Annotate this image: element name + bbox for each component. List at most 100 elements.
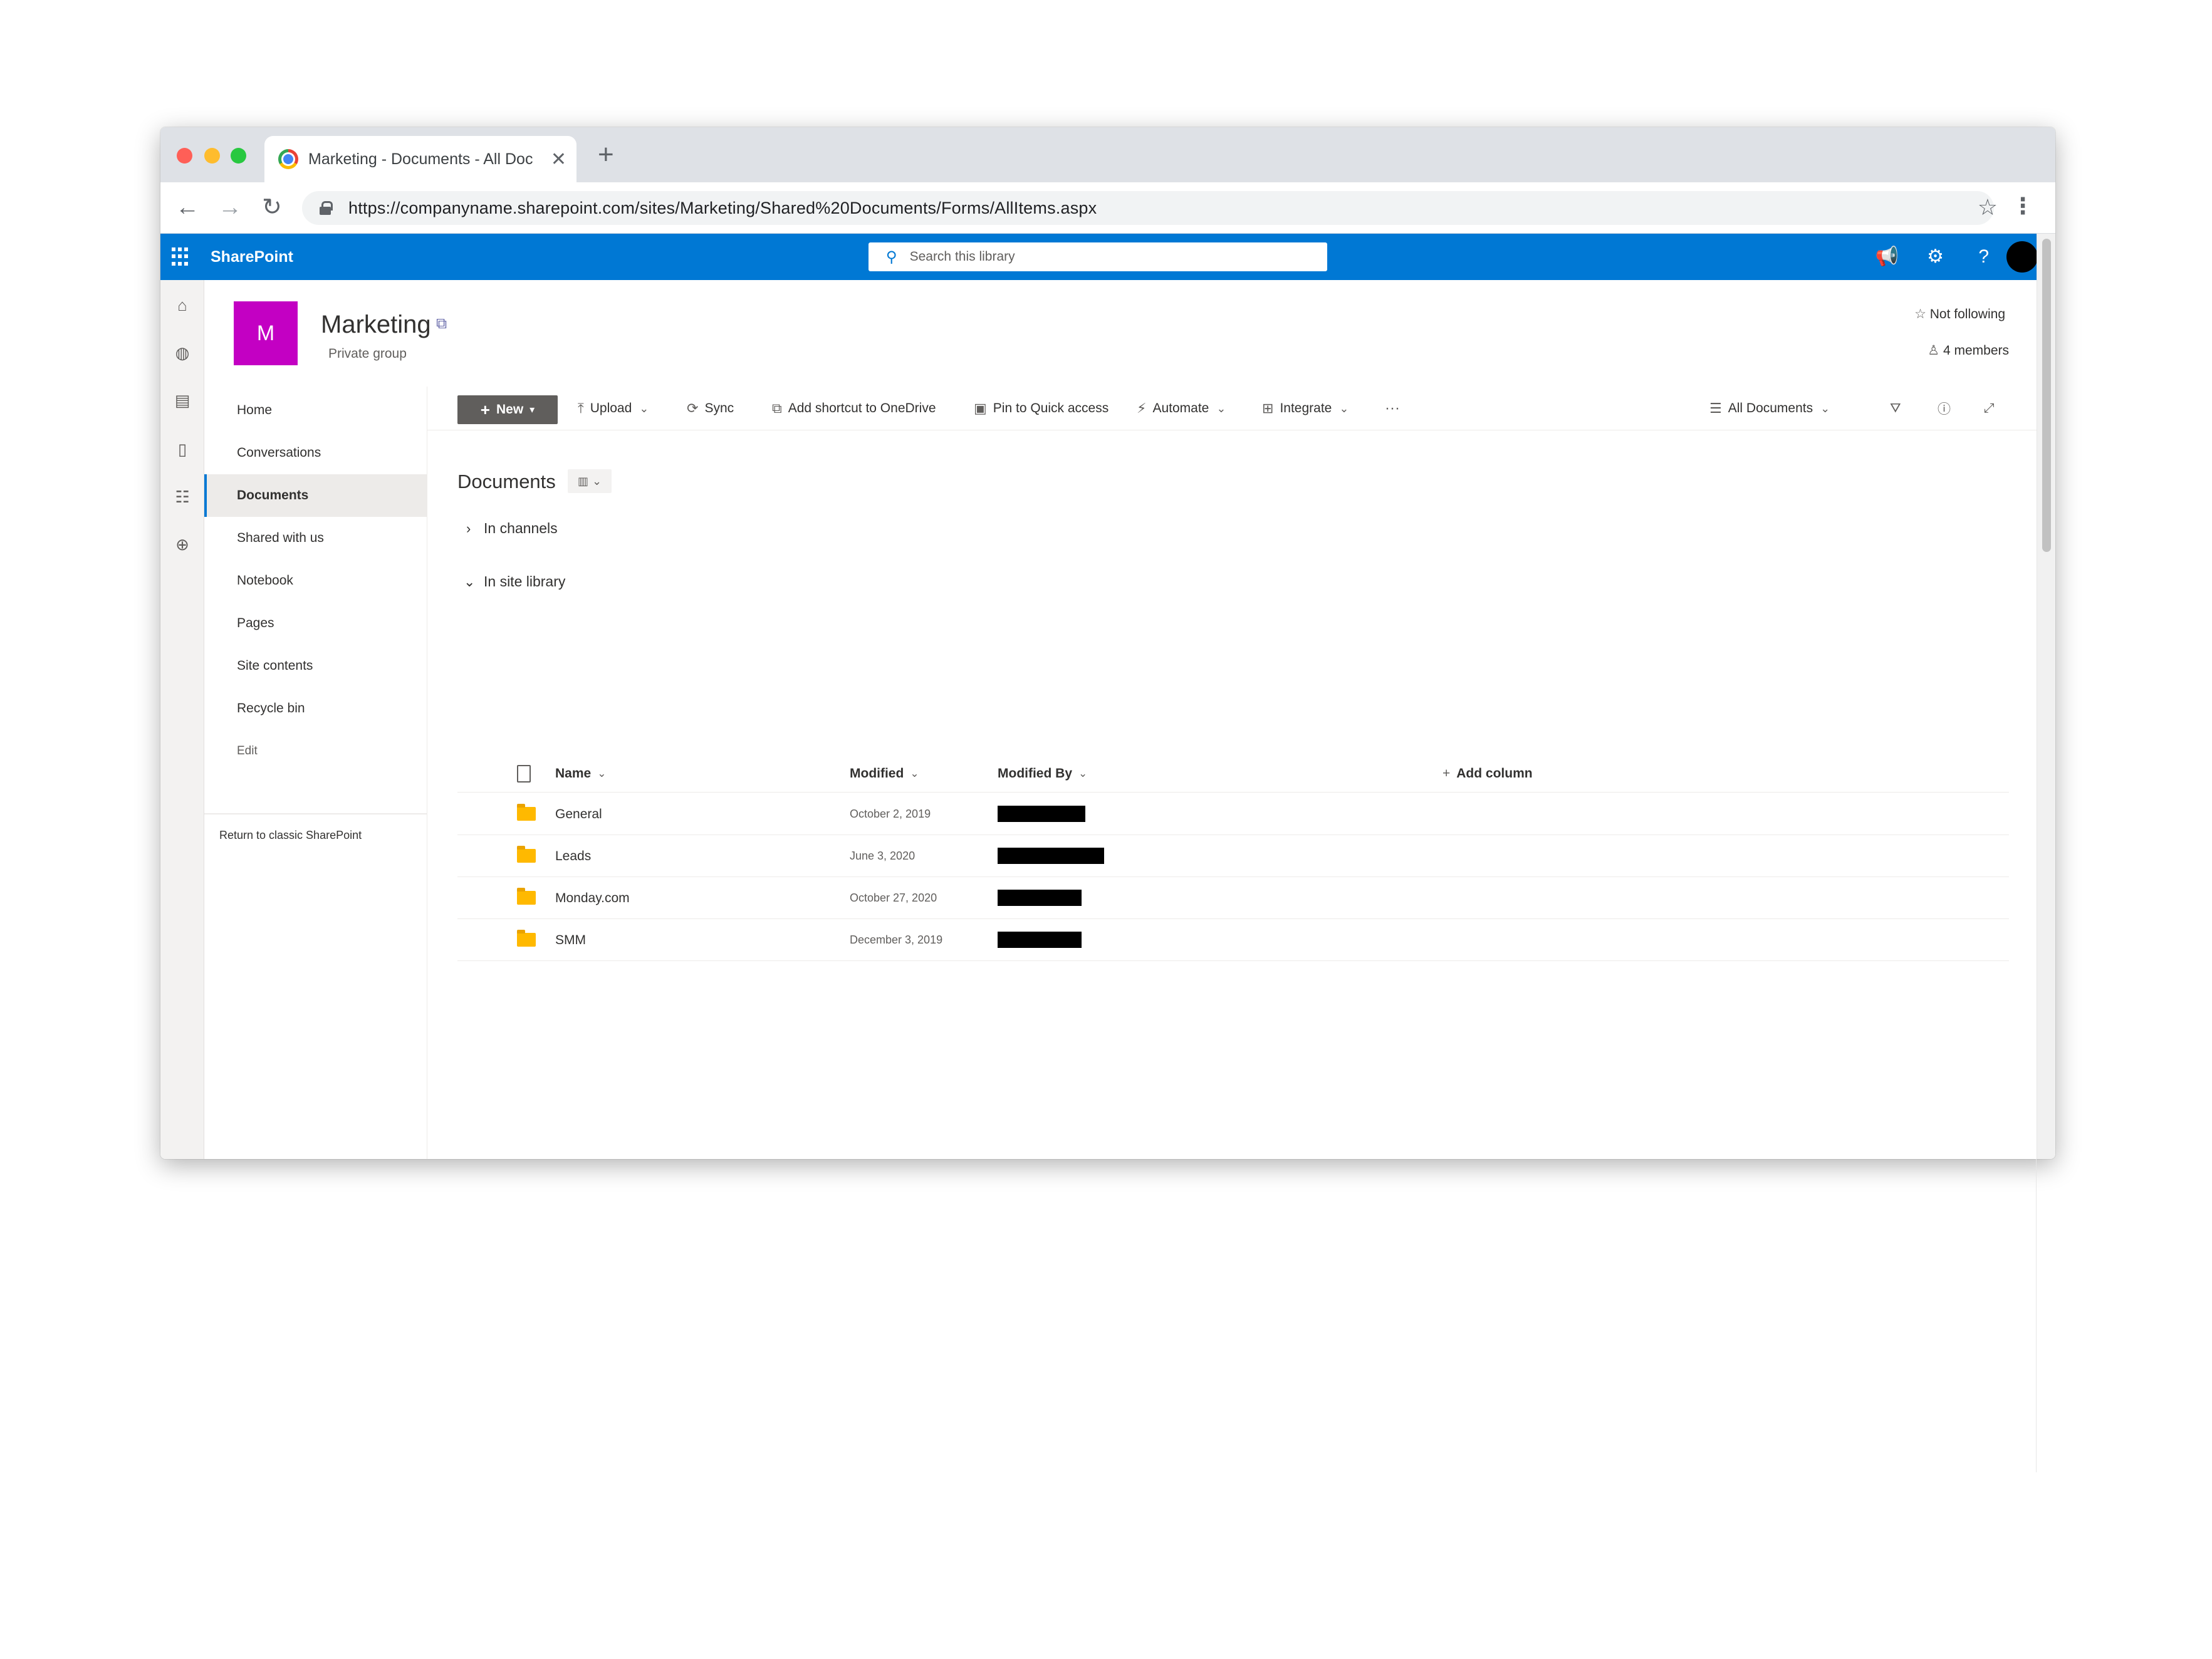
new-label: New bbox=[496, 402, 524, 417]
column-name[interactable]: Name ⌄ bbox=[555, 755, 606, 793]
globe-icon[interactable]: ◍ bbox=[171, 341, 194, 364]
file-name[interactable]: Leads bbox=[555, 835, 591, 877]
search-input[interactable] bbox=[908, 249, 1285, 265]
suite-bar: SharePoint ⚲ 📢 ⚙ ? bbox=[160, 234, 2055, 280]
maximize-window-button[interactable] bbox=[231, 148, 246, 164]
column-modified-by[interactable]: Modified By ⌄ bbox=[998, 755, 1087, 793]
column-modified[interactable]: Modified ⌄ bbox=[850, 755, 919, 793]
table-row[interactable]: General October 2, 2019 bbox=[457, 793, 2009, 835]
follow-button[interactable]: ☆ Not following bbox=[1914, 306, 2005, 322]
table-row[interactable]: SMM December 3, 2019 bbox=[457, 919, 2009, 961]
pin-button[interactable]: ▣ Pin to Quick access bbox=[974, 387, 1109, 430]
new-button[interactable]: + New ▾ bbox=[457, 395, 558, 424]
add-shortcut-button[interactable]: ⧉ Add shortcut to OneDrive bbox=[772, 387, 936, 430]
upload-label: Upload bbox=[590, 401, 632, 415]
gear-icon[interactable]: ⚙ bbox=[1927, 245, 1944, 269]
group-in-channels[interactable]: › In channels bbox=[466, 520, 558, 537]
news-icon[interactable]: ▤ bbox=[171, 389, 194, 412]
new-tab-button[interactable]: + bbox=[598, 141, 614, 169]
url-text: https://companyname.sharepoint.com/sites… bbox=[348, 198, 1097, 217]
chevron-down-icon: ⌄ bbox=[1820, 402, 1830, 415]
tab-title: Marketing - Documents - All Doc bbox=[308, 150, 533, 168]
folder-icon bbox=[517, 888, 536, 905]
nav-item-conversations[interactable]: Conversations bbox=[204, 432, 427, 474]
address-bar: ← → ↻ https://companyname.sharepoint.com… bbox=[160, 182, 2055, 234]
megaphone-icon[interactable]: 📢 bbox=[1876, 245, 1899, 269]
lock-icon bbox=[320, 201, 333, 215]
nav-item-shared-with-us[interactable]: Shared with us bbox=[204, 517, 427, 559]
file-icon[interactable]: ▯ bbox=[171, 438, 194, 460]
automate-icon: ⚡ bbox=[1137, 400, 1147, 416]
folder-icon bbox=[517, 804, 536, 821]
column-modified-by-label: Modified By bbox=[998, 766, 1072, 781]
menu-icon[interactable]: ⋮ bbox=[2011, 193, 2034, 219]
automate-label: Automate bbox=[1152, 401, 1209, 415]
site-logo[interactable]: M bbox=[234, 301, 298, 365]
star-outline-icon: ☆ bbox=[1914, 307, 1926, 321]
nav-item-home[interactable]: Home bbox=[204, 389, 427, 432]
nav-item-pages[interactable]: Pages bbox=[204, 602, 427, 645]
star-icon[interactable]: ☆ bbox=[1978, 194, 1998, 221]
view-switch-button[interactable]: ▥ ⌄ bbox=[568, 469, 612, 493]
nav-item-documents[interactable]: Documents bbox=[204, 474, 427, 517]
app-launcher-icon[interactable] bbox=[172, 247, 190, 266]
tab-close-icon[interactable]: ✕ bbox=[551, 148, 566, 170]
nav-item-notebook[interactable]: Notebook bbox=[204, 559, 427, 602]
site-title[interactable]: Marketing bbox=[321, 311, 431, 339]
browser-window: Marketing - Documents - All Doc ✕ + ← → … bbox=[160, 127, 2055, 1159]
more-button[interactable]: ··· bbox=[1385, 387, 1400, 430]
chevron-down-icon: ⌄ bbox=[464, 573, 476, 590]
integrate-label: Integrate bbox=[1280, 401, 1332, 415]
sync-button[interactable]: ⟳ Sync bbox=[687, 387, 734, 430]
nav-item-edit[interactable]: Edit bbox=[204, 730, 427, 772]
teams-icon[interactable]: ⧉ bbox=[436, 315, 447, 333]
info-icon[interactable]: ⓘ bbox=[1938, 387, 1951, 430]
nav-item-recycle-bin[interactable]: Recycle bin bbox=[204, 687, 427, 730]
url-field[interactable]: https://companyname.sharepoint.com/sites… bbox=[302, 191, 1994, 225]
integrate-icon: ⊞ bbox=[1262, 400, 1274, 416]
expand-icon[interactable]: ⤢ bbox=[1984, 387, 1995, 430]
vertical-scrollbar[interactable] bbox=[2037, 234, 2055, 1159]
filter-icon[interactable]: ⛛ bbox=[1890, 387, 1901, 430]
browser-tab[interactable]: Marketing - Documents - All Doc ✕ bbox=[264, 136, 576, 182]
file-name[interactable]: SMM bbox=[555, 919, 586, 961]
view-selector[interactable]: ☰ All Documents ⌄ bbox=[1709, 387, 1830, 430]
file-name[interactable]: Monday.com bbox=[555, 877, 630, 919]
chrome-icon bbox=[278, 149, 298, 169]
home-icon[interactable]: ⌂ bbox=[171, 294, 194, 316]
divider-line bbox=[2036, 1159, 2037, 1472]
avatar[interactable] bbox=[2006, 241, 2038, 273]
chevron-down-icon: ⌄ bbox=[639, 402, 649, 415]
create-icon[interactable]: ⊕ bbox=[171, 533, 194, 556]
minimize-window-button[interactable] bbox=[204, 148, 220, 164]
table-row[interactable]: Monday.com October 27, 2020 bbox=[457, 877, 2009, 919]
command-bar: + New ▾ ⤒ Upload ⌄ ⟳ Sync ⧉ Add shortcut… bbox=[427, 387, 2037, 430]
reload-icon[interactable]: ↻ bbox=[262, 194, 282, 221]
table-row[interactable]: Leads June 3, 2020 bbox=[457, 835, 2009, 877]
members-button[interactable]: ♙ 4 members bbox=[1928, 343, 2009, 358]
left-navigation: Home Conversations Documents Shared with… bbox=[204, 387, 427, 1159]
pin-label: Pin to Quick access bbox=[993, 401, 1109, 415]
help-icon[interactable]: ? bbox=[1978, 245, 1989, 269]
scrollbar-thumb[interactable] bbox=[2042, 239, 2051, 552]
close-window-button[interactable] bbox=[177, 148, 192, 164]
sharepoint-brand[interactable]: SharePoint bbox=[211, 234, 293, 280]
upload-button[interactable]: ⤒ Upload ⌄ bbox=[578, 387, 649, 430]
nav-item-site-contents[interactable]: Site contents bbox=[204, 645, 427, 687]
add-column-button[interactable]: + Add column bbox=[1442, 755, 1533, 793]
search-box[interactable]: ⚲ bbox=[869, 242, 1327, 271]
folder-icon bbox=[517, 930, 536, 947]
file-name[interactable]: General bbox=[555, 793, 602, 835]
lists-icon[interactable]: ☷ bbox=[171, 486, 194, 508]
add-shortcut-label: Add shortcut to OneDrive bbox=[788, 401, 936, 415]
back-icon[interactable]: ← bbox=[175, 194, 199, 221]
automate-button[interactable]: ⚡ Automate ⌄ bbox=[1137, 387, 1226, 430]
return-classic-link[interactable]: Return to classic SharePoint bbox=[219, 829, 362, 842]
forward-icon[interactable]: → bbox=[218, 194, 242, 221]
integrate-button[interactable]: ⊞ Integrate ⌄ bbox=[1262, 387, 1349, 430]
file-type-icon[interactable] bbox=[517, 765, 531, 783]
column-name-label: Name bbox=[555, 766, 592, 781]
group-in-site-library[interactable]: ⌄ In site library bbox=[464, 573, 565, 590]
upload-icon: ⤒ bbox=[578, 400, 584, 416]
chevron-down-icon: ⌄ bbox=[1339, 402, 1349, 415]
